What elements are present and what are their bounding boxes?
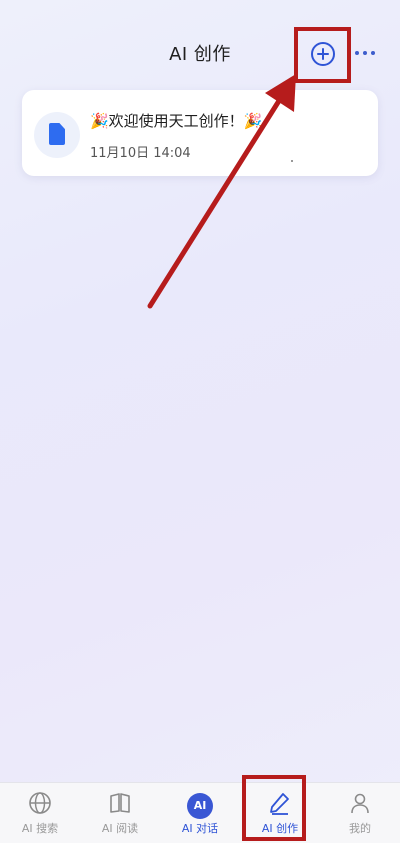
decorative-dot xyxy=(291,160,293,162)
user-icon xyxy=(351,793,369,814)
book-icon xyxy=(110,793,130,813)
tab-label: AI 阅读 xyxy=(101,822,139,835)
tab-ai-search[interactable]: AI 搜索 xyxy=(0,783,80,843)
tab-ai-read[interactable]: AI 阅读 xyxy=(80,783,160,843)
document-icon-wrapper xyxy=(34,112,80,158)
more-options-button[interactable] xyxy=(355,48,377,58)
highlight-box-add xyxy=(294,27,351,83)
ai-chat-icon[interactable]: AI xyxy=(187,793,213,819)
tab-mine[interactable]: 我的 xyxy=(320,783,400,843)
globe-icon xyxy=(29,792,51,814)
tab-label: AI 搜索 xyxy=(21,822,59,835)
highlight-box-tab xyxy=(242,775,306,841)
card-title: 🎉欢迎使用天工创作！🎉 xyxy=(90,112,263,130)
tab-label: AI 对话 xyxy=(181,822,219,835)
document-icon xyxy=(49,123,65,145)
card-date: 11月10日 14:04 xyxy=(90,146,191,161)
tab-label: 我的 xyxy=(349,822,371,835)
creation-card[interactable]: 🎉欢迎使用天工创作！🎉 11月10日 14:04 xyxy=(22,90,378,176)
